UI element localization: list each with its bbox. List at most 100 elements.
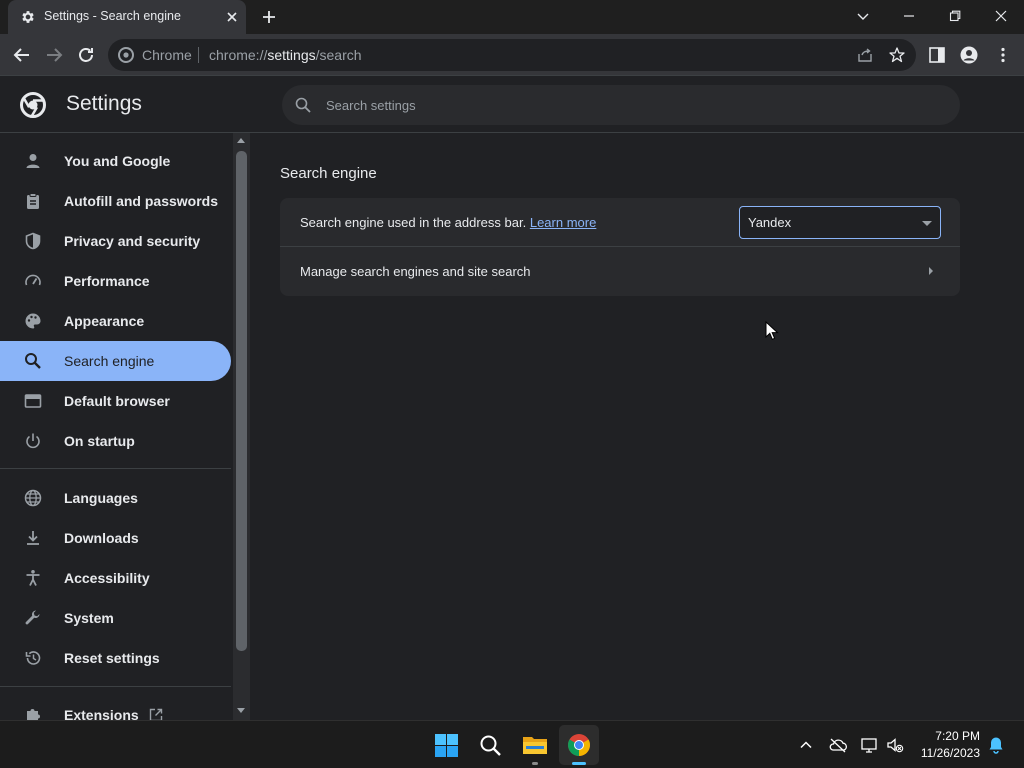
sidebar-item-label: Languages bbox=[64, 490, 138, 506]
tab-strip: Settings - Search engine bbox=[0, 0, 1024, 34]
sidebar-item-you-and-google[interactable]: You and Google bbox=[0, 141, 231, 181]
url-host: settings bbox=[267, 47, 316, 63]
speedometer-icon bbox=[24, 272, 42, 290]
minimize-icon[interactable] bbox=[900, 7, 918, 25]
sidebar-item-system[interactable]: System bbox=[0, 598, 231, 638]
url-path: /search bbox=[315, 47, 362, 63]
address-bar[interactable]: Chrome chrome://settings/search bbox=[108, 39, 916, 71]
taskbar-date[interactable]: 11/26/2023 bbox=[912, 746, 980, 760]
sidebar-item-performance[interactable]: Performance bbox=[0, 261, 231, 301]
browser-tab[interactable]: Settings - Search engine bbox=[8, 0, 246, 34]
sidebar-item-accessibility[interactable]: Accessibility bbox=[0, 558, 231, 598]
sidebar-item-appearance[interactable]: Appearance bbox=[0, 301, 231, 341]
profile-icon[interactable] bbox=[960, 46, 978, 64]
chrome-logo-icon bbox=[20, 92, 46, 118]
browser-toolbar: Chrome chrome://settings/search bbox=[0, 34, 1024, 76]
window-close-icon[interactable] bbox=[992, 7, 1010, 25]
gear-icon bbox=[20, 9, 36, 25]
share-icon[interactable] bbox=[856, 46, 874, 64]
history-icon bbox=[24, 649, 42, 667]
manage-search-engines-label: Manage search engines and site search bbox=[300, 264, 531, 279]
taskbar-time[interactable]: 7:20 PM bbox=[918, 729, 980, 743]
puzzle-icon bbox=[24, 706, 42, 720]
settings-sidebar: You and Google Autofill and passwords Pr… bbox=[0, 133, 250, 720]
learn-more-link[interactable]: Learn more bbox=[530, 215, 596, 230]
shield-icon bbox=[24, 232, 42, 250]
sidebar-item-languages[interactable]: Languages bbox=[0, 478, 231, 518]
sidebar-item-extensions[interactable]: Extensions bbox=[0, 695, 231, 720]
taskbar-search-icon[interactable] bbox=[478, 733, 503, 758]
windows-start-icon[interactable] bbox=[434, 733, 459, 758]
sidebar-item-search-engine[interactable]: Search engine bbox=[0, 341, 231, 381]
running-indicator bbox=[532, 762, 538, 765]
wrench-icon bbox=[24, 609, 42, 627]
settings-search-box[interactable] bbox=[282, 85, 960, 125]
sidebar-item-privacy[interactable]: Privacy and security bbox=[0, 221, 231, 261]
omnibox-divider bbox=[198, 47, 199, 63]
tab-title: Settings - Search engine bbox=[44, 9, 181, 23]
sidebar-item-on-startup[interactable]: On startup bbox=[0, 421, 231, 461]
accessibility-icon bbox=[24, 569, 42, 587]
sidebar-item-label: Performance bbox=[64, 273, 150, 289]
network-icon[interactable] bbox=[860, 736, 878, 754]
site-chip-label: Chrome bbox=[142, 47, 192, 63]
scroll-up-arrow-icon[interactable] bbox=[237, 138, 245, 143]
scrollbar-thumb[interactable] bbox=[236, 151, 247, 651]
dropdown-arrow-icon bbox=[922, 221, 932, 226]
selected-search-engine: Yandex bbox=[748, 215, 792, 230]
sidebar-item-autofill[interactable]: Autofill and passwords bbox=[0, 181, 231, 221]
reload-icon[interactable] bbox=[74, 43, 98, 67]
restore-icon[interactable] bbox=[946, 7, 964, 25]
sidebar-item-label: Downloads bbox=[64, 530, 139, 546]
close-icon[interactable] bbox=[223, 8, 241, 26]
search-icon bbox=[294, 96, 312, 114]
chrome-logo-icon bbox=[118, 47, 134, 63]
scroll-down-arrow-icon[interactable] bbox=[237, 708, 245, 713]
kebab-menu-icon[interactable] bbox=[994, 46, 1012, 64]
search-engine-description-text: Search engine used in the address bar. bbox=[300, 215, 527, 230]
chevron-right-icon bbox=[929, 267, 933, 275]
sidebar-item-label: You and Google bbox=[64, 153, 171, 169]
sidebar-item-label: On startup bbox=[64, 433, 135, 449]
sidebar-item-default-browser[interactable]: Default browser bbox=[0, 381, 231, 421]
url-text[interactable]: chrome://settings/search bbox=[209, 47, 362, 63]
power-icon bbox=[24, 432, 42, 450]
speaker-muted-icon[interactable] bbox=[886, 736, 904, 754]
section-title: Search engine bbox=[280, 165, 377, 182]
sidebar-item-label: Search engine bbox=[64, 353, 155, 369]
url-scheme: chrome:// bbox=[209, 47, 268, 63]
notification-bell-icon[interactable] bbox=[988, 736, 1004, 754]
back-arrow-icon[interactable] bbox=[10, 43, 34, 67]
forward-arrow-icon[interactable] bbox=[42, 43, 66, 67]
download-icon bbox=[24, 529, 42, 547]
sidebar-item-label: Autofill and passwords bbox=[64, 193, 219, 209]
sidebar-item-label: Privacy and security bbox=[64, 233, 201, 249]
search-engine-row: Search engine used in the address bar. L… bbox=[280, 198, 960, 247]
manage-search-engines-row[interactable]: Manage search engines and site search bbox=[280, 247, 960, 296]
clipboard-icon bbox=[24, 192, 42, 210]
search-input[interactable] bbox=[326, 95, 926, 115]
sidebar-divider bbox=[0, 468, 231, 469]
search-engine-dropdown[interactable]: Yandex bbox=[739, 206, 941, 239]
windows-taskbar: 7:20 PM 11/26/2023 bbox=[0, 720, 1024, 768]
chevron-up-icon[interactable] bbox=[798, 737, 814, 753]
sidebar-item-label: Accessibility bbox=[64, 570, 150, 586]
new-tab-icon[interactable] bbox=[260, 8, 278, 26]
sidebar-item-downloads[interactable]: Downloads bbox=[0, 518, 231, 558]
chrome-app-icon[interactable] bbox=[567, 733, 591, 757]
chevron-down-icon[interactable] bbox=[854, 7, 872, 25]
mouse-cursor-icon bbox=[765, 321, 779, 341]
sidebar-item-reset-settings[interactable]: Reset settings bbox=[0, 638, 231, 678]
sidebar-item-label: System bbox=[64, 610, 114, 626]
browser-window-icon bbox=[24, 392, 42, 410]
file-explorer-icon[interactable] bbox=[522, 733, 548, 757]
page-title: Settings bbox=[66, 92, 142, 115]
sidebar-item-label: Default browser bbox=[64, 393, 170, 409]
open-in-new-icon bbox=[148, 707, 164, 720]
sidebar-scrollbar[interactable] bbox=[233, 133, 250, 720]
sidebar-item-label: Appearance bbox=[64, 313, 145, 329]
sidebar-item-label: Reset settings bbox=[64, 650, 160, 666]
cloud-offline-icon[interactable] bbox=[828, 737, 848, 753]
bookmark-star-icon[interactable] bbox=[888, 46, 906, 64]
side-panel-icon[interactable] bbox=[928, 46, 946, 64]
